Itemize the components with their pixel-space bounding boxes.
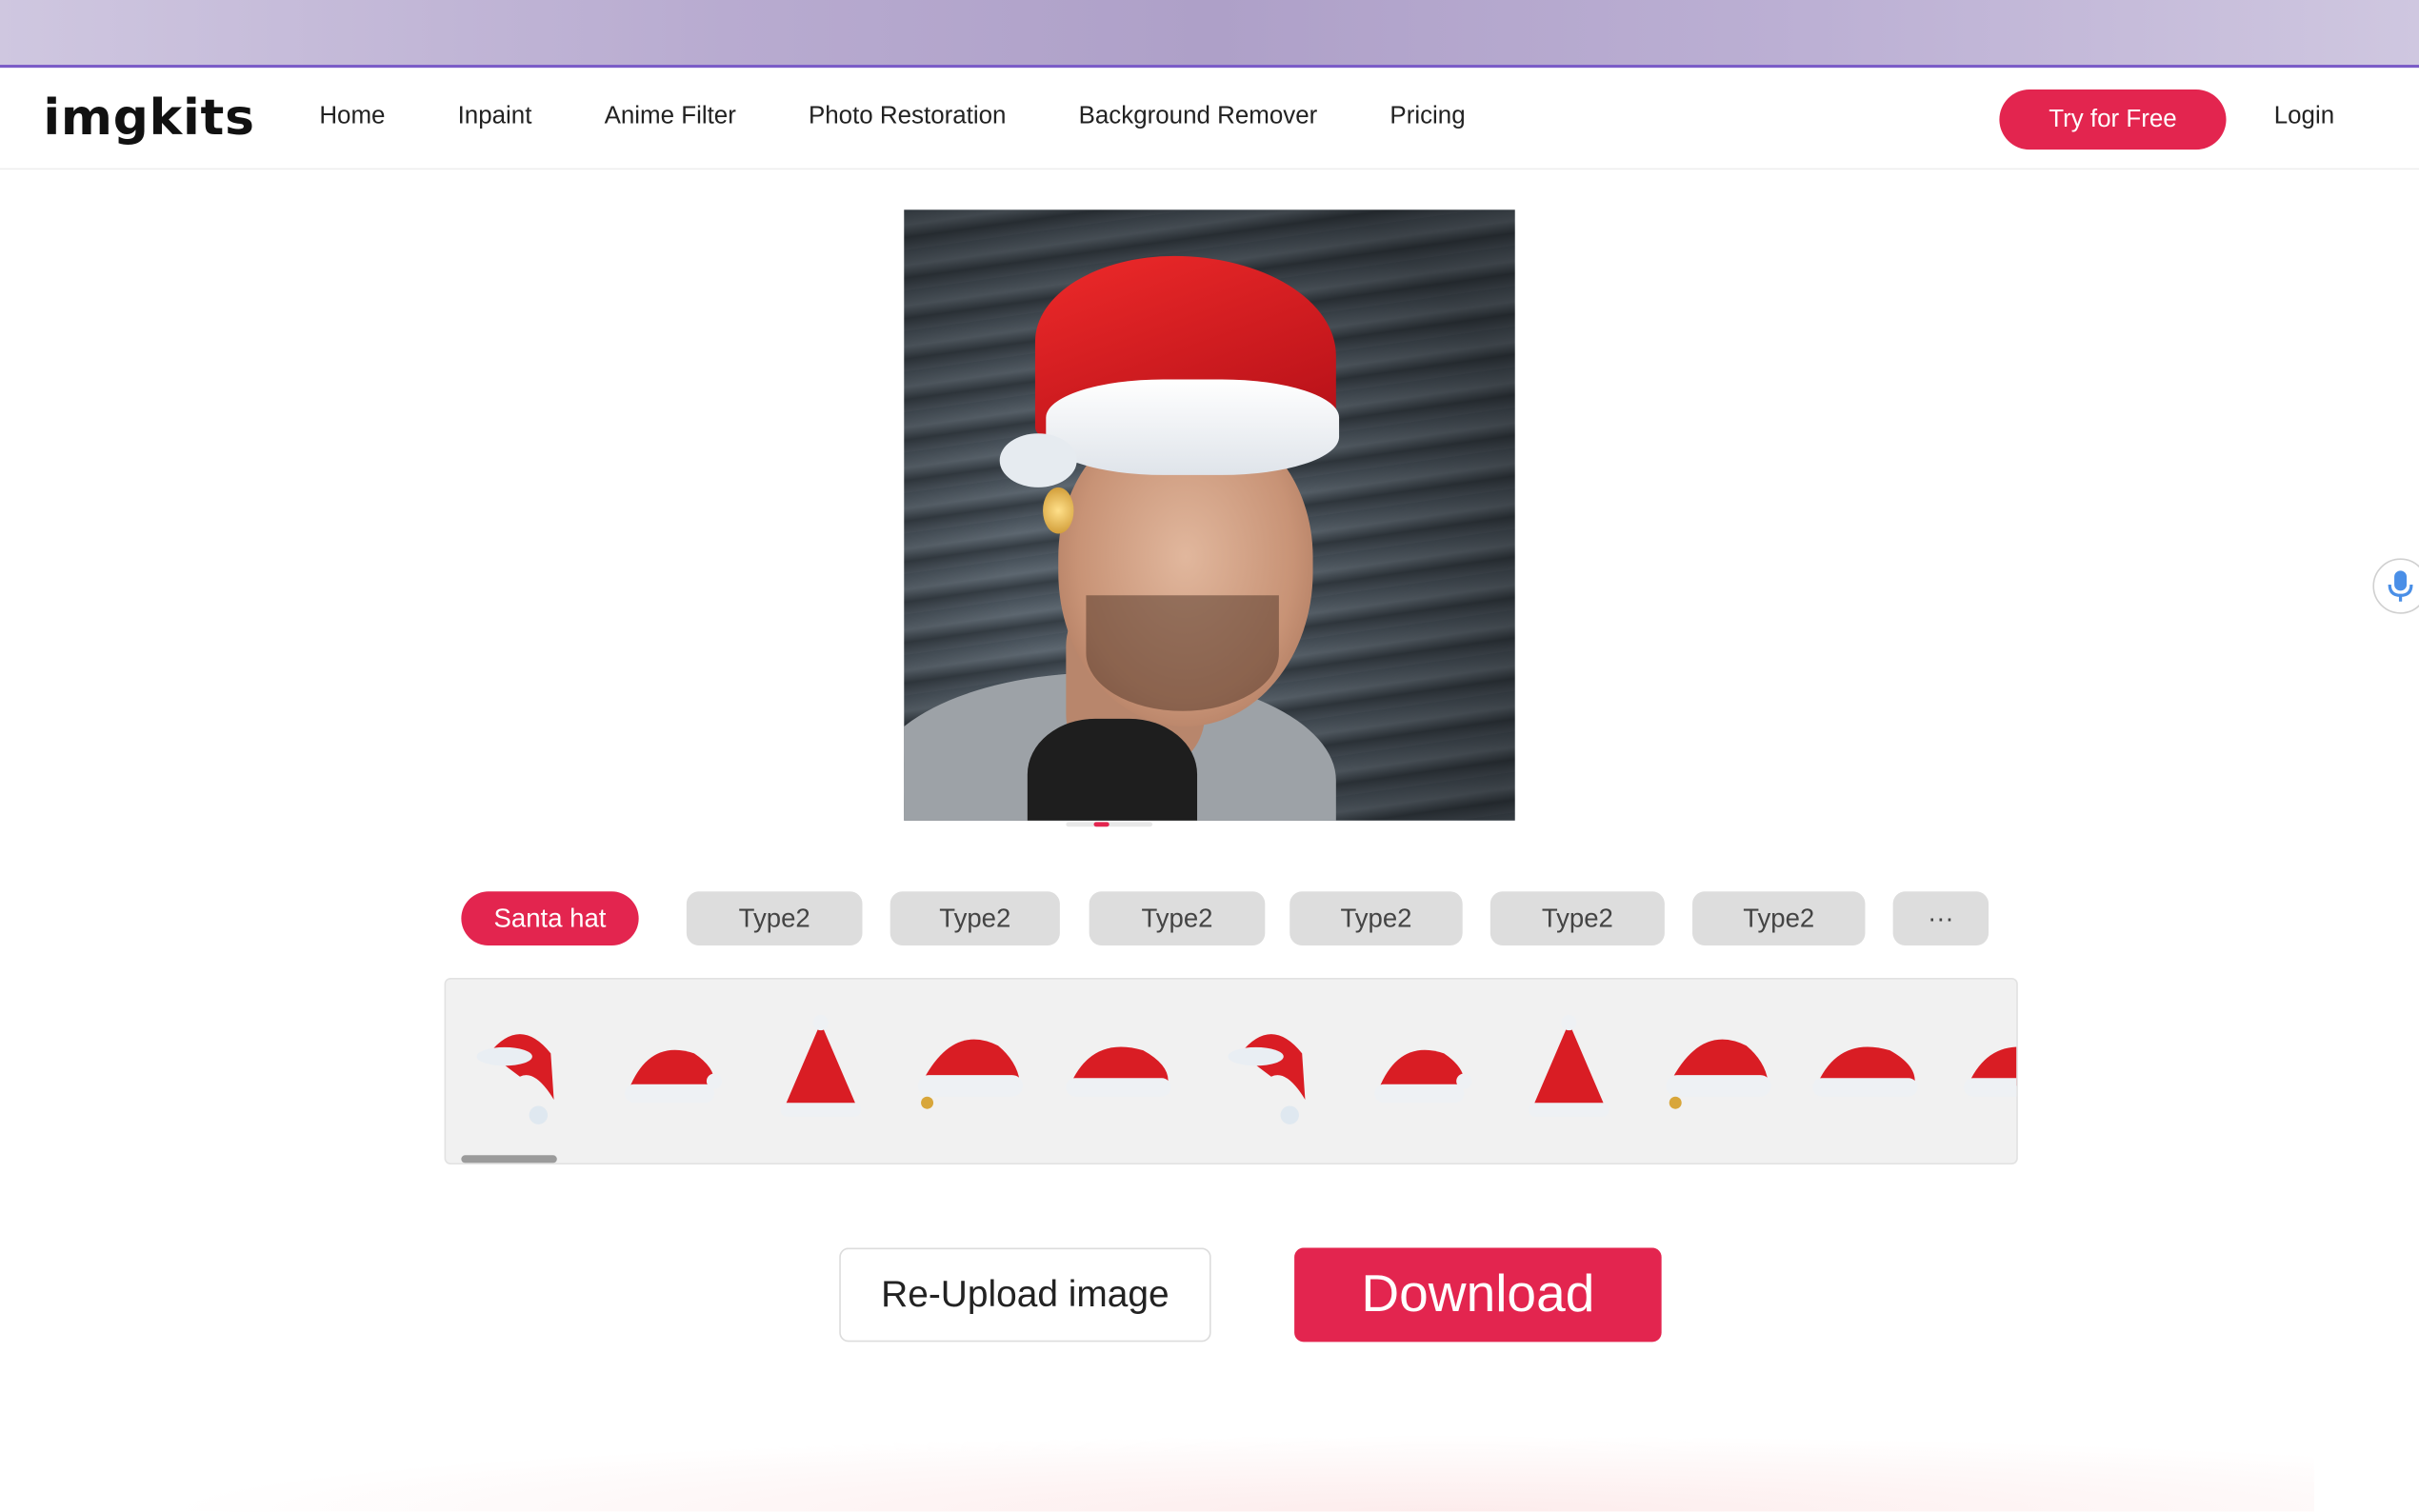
hat-picker[interactable] [444,978,2018,1165]
logo[interactable]: imgkits [43,88,254,147]
santa-hat-icon[interactable] [1954,1007,2017,1131]
santa-hat-icon[interactable] [1210,1007,1333,1131]
santa-hat-icon[interactable] [1508,1007,1631,1131]
more-tabs-button[interactable]: ··· [1892,891,1989,945]
tab-type2[interactable]: Type2 [1289,891,1463,945]
reupload-image-button[interactable]: Re-Upload image [839,1247,1211,1343]
try-for-free-button[interactable]: Try for Free [1999,89,2227,150]
tab-type2[interactable]: Type2 [1089,891,1266,945]
santa-hat-icon[interactable] [1804,1007,1928,1131]
nav-item-home[interactable]: Home [319,104,385,131]
horizontal-scrollbar[interactable] [461,1155,557,1164]
login-link[interactable]: Login [2274,104,2334,131]
carousel-indicator [1066,822,1153,827]
nav-menu: Home Inpaint Anime Filter Photo Restorat… [319,104,1537,131]
santa-hat-icon[interactable] [1654,1007,1778,1131]
nav-item-pricing[interactable]: Pricing [1389,104,1465,131]
tab-type2[interactable]: Type2 [686,891,863,945]
download-button[interactable]: Download [1294,1247,1662,1343]
santa-hat-icon[interactable] [906,1007,1030,1131]
santa-hat-icon[interactable] [1057,1007,1181,1131]
nav-item-photo-restoration[interactable]: Photo Restoration [809,104,1006,131]
santa-hat-icon[interactable] [1359,1007,1483,1131]
top-gradient-bar [0,0,2419,69]
tab-type2[interactable]: Type2 [890,891,1060,945]
nav-item-background-remover[interactable]: Background Remover [1079,104,1318,131]
santa-hat-icon[interactable] [610,1007,733,1131]
santa-hat-icon[interactable] [458,1007,582,1131]
tab-type2[interactable]: Type2 [1692,891,1866,945]
santa-hat-icon[interactable] [759,1007,883,1131]
tab-type2[interactable]: Type2 [1489,891,1665,945]
tab-santa-hat[interactable]: Santa hat [461,891,639,945]
microphone-icon[interactable] [2372,558,2419,614]
result-image [904,209,1515,821]
nav-item-anime-filter[interactable]: Anime Filter [605,104,736,131]
navbar: imgkits Home Inpaint Anime Filter Photo … [0,68,2419,170]
nav-item-inpaint[interactable]: Inpaint [458,104,532,131]
